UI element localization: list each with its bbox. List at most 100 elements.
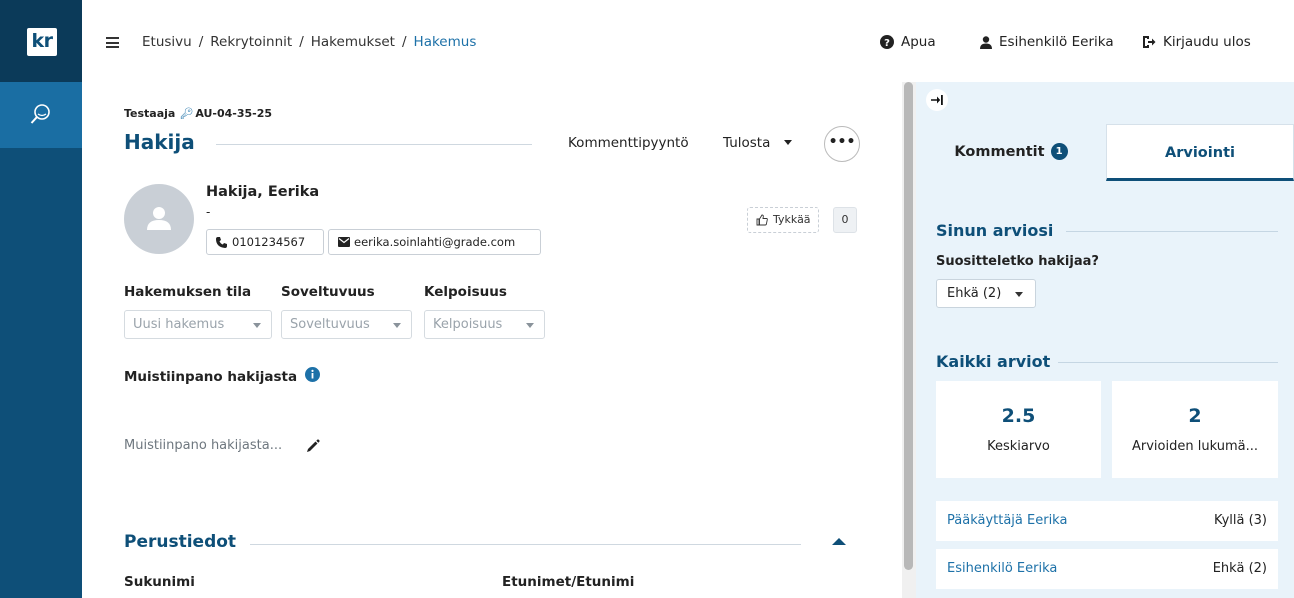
stat-count-value: 2 <box>1188 405 1202 427</box>
main-scrollbar-thumb[interactable] <box>904 82 913 570</box>
applicant-subtitle: - <box>206 205 211 219</box>
application-status-select[interactable]: Uusi hakemus <box>124 310 272 339</box>
recommend-question: Suositteletko hakijaa? <box>936 254 1099 269</box>
stat-average-value: 2.5 <box>1001 405 1036 427</box>
phone-icon <box>216 237 227 248</box>
field-first-names-label: Etunimet/Etunimi <box>502 574 635 590</box>
svg-text:?: ? <box>884 38 890 49</box>
tab-comments-label: Kommentit <box>954 144 1045 160</box>
suitability-select[interactable]: Soveltuvuus <box>281 310 412 339</box>
your-rating-divider <box>1066 231 1278 232</box>
logout-icon <box>1143 36 1156 48</box>
envelope-icon <box>338 237 350 247</box>
stat-average: 2.5 Keskiarvo <box>936 381 1101 478</box>
page-title: Hakija <box>124 130 195 154</box>
logo-area[interactable]: kr <box>0 0 82 82</box>
like-button[interactable]: Tykkää <box>747 207 819 233</box>
rater-value: Kyllä (3) <box>1213 513 1267 528</box>
breadcrumb-separator: / <box>198 34 204 50</box>
info-icon[interactable] <box>305 367 320 382</box>
rater-value: Ehkä (2) <box>1212 561 1267 576</box>
rail-search-button[interactable] <box>0 82 82 148</box>
caret-down-icon <box>393 323 401 328</box>
help-link[interactable]: ? Apua <box>880 34 936 50</box>
hamburger-icon[interactable] <box>106 37 119 48</box>
caret-down-icon <box>253 323 261 328</box>
your-rating-title: Sinun arviosi <box>936 221 1054 240</box>
user-label: Esihenkilö Eerika <box>999 34 1114 50</box>
like-label: Tykkää <box>773 213 811 226</box>
applicant-panel: Testaaja 🔑︎ AU-04-35-25 Hakija Kommenttipy… <box>82 82 902 598</box>
title-divider <box>216 144 532 145</box>
eligibility-select[interactable]: Kelpoisuus <box>424 310 545 339</box>
rating-select[interactable]: Ehkä (2) <box>936 279 1036 308</box>
chevron-up-icon[interactable] <box>832 538 846 545</box>
rater-name[interactable]: Pääkäyttäjä Eerika <box>947 501 1067 541</box>
key-icon: 🔑︎ <box>179 107 194 120</box>
note-label: Muistiinpano hakijasta <box>124 369 298 385</box>
application-status-label: Hakemuksen tila <box>124 284 252 300</box>
tab-comments[interactable]: Kommentit 1 <box>916 124 1106 181</box>
app-logo: kr <box>27 28 57 56</box>
rating-select-value: Ehkä (2) <box>947 286 1002 301</box>
more-actions-button[interactable]: ••• <box>824 126 860 162</box>
avatar <box>124 184 194 254</box>
basic-info-divider <box>250 544 801 545</box>
suitability-label: Soveltuvuus <box>281 284 375 300</box>
print-label: Tulosta <box>723 135 771 151</box>
application-status-placeholder: Uusi hakemus <box>133 317 225 332</box>
applicant-code: AU-04-35-25 <box>195 107 273 120</box>
tab-rating[interactable]: Arviointi <box>1106 124 1294 181</box>
user-icon <box>147 207 171 230</box>
caret-down-icon <box>526 323 534 328</box>
breadcrumb-item-home[interactable]: Etusivu <box>142 34 192 50</box>
app-rail: kr <box>0 0 82 598</box>
help-label: Apua <box>901 34 936 50</box>
basic-info-title: Perustiedot <box>124 532 237 552</box>
side-panel: Kommentit 1 Arviointi Sinun arviosi Suosi… <box>916 82 1294 598</box>
suitability-placeholder: Soveltuvuus <box>290 317 370 332</box>
user-icon <box>980 35 992 49</box>
pencil-icon[interactable] <box>306 439 320 453</box>
top-bar: Etusivu / Rekrytoinnit / Hakemukset / Hakemus … <box>82 0 1294 82</box>
note-placeholder[interactable]: Muistiinpano hakijasta... <box>124 438 282 453</box>
phone-number: 0101234567 <box>232 235 306 249</box>
rating-row: Esihenkilö Eerika Ehkä (2) <box>936 549 1278 589</box>
question-circle-icon: ? <box>880 35 894 49</box>
stat-count-label: Arvioiden lukumä... <box>1132 439 1258 454</box>
all-ratings-divider <box>1058 362 1278 363</box>
search-icon <box>30 104 50 124</box>
like-count: 0 <box>833 207 857 233</box>
breadcrumb-item-recruitments[interactable]: Rekrytoinnit <box>210 34 292 50</box>
comments-count-badge: 1 <box>1050 143 1068 160</box>
rater-name[interactable]: Esihenkilö Eerika <box>947 549 1057 589</box>
email-address: eerika.soinlahti@grade.com <box>354 235 516 249</box>
all-ratings-title: Kaikki arviot <box>936 352 1051 371</box>
stat-count: 2 Arvioiden lukumä... <box>1112 381 1278 478</box>
print-dropdown[interactable]: Tulosta <box>723 135 792 151</box>
request-comment-button[interactable]: Kommenttipyyntö <box>568 135 689 151</box>
collapse-panel-button[interactable] <box>926 89 948 111</box>
applicant-name: Hakija, Eerika <box>206 184 320 200</box>
phone-chip[interactable]: 0101234567 <box>206 229 324 255</box>
email-chip[interactable]: eerika.soinlahti@grade.com <box>328 229 541 255</box>
breadcrumb-item-applications[interactable]: Hakemukset <box>311 34 395 50</box>
collapse-right-icon <box>931 95 943 105</box>
breadcrumb-current: Hakemus <box>413 34 477 50</box>
breadcrumb: Etusivu / Rekrytoinnit / Hakemukset / Hakemus <box>142 34 476 50</box>
rating-row: Pääkäyttäjä Eerika Kyllä (3) <box>936 501 1278 541</box>
role-label: Testaaja <box>124 107 176 120</box>
caret-down-icon <box>783 140 792 145</box>
breadcrumb-separator: / <box>299 34 304 50</box>
logout-link[interactable]: Kirjaudu ulos <box>1142 34 1251 50</box>
user-menu[interactable]: Esihenkilö Eerika <box>980 34 1114 50</box>
caret-down-icon <box>1015 292 1023 297</box>
field-last-name-label: Sukunimi <box>124 574 195 590</box>
eligibility-placeholder: Kelpoisuus <box>433 317 503 332</box>
applicant-meta: Testaaja 🔑︎ AU-04-35-25 <box>124 107 272 120</box>
thumbs-up-icon <box>756 214 768 226</box>
breadcrumb-separator: / <box>401 34 407 50</box>
stat-average-label: Keskiarvo <box>987 439 1050 454</box>
eligibility-label: Kelpoisuus <box>424 284 507 300</box>
logout-label: Kirjaudu ulos <box>1163 34 1251 50</box>
